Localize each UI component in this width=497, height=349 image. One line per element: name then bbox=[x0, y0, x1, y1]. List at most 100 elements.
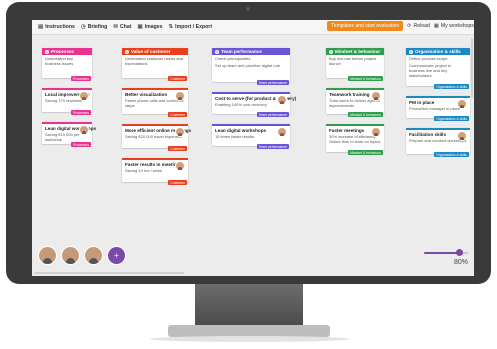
import-export-icon: ⇅ bbox=[168, 24, 174, 30]
monitor-stand-neck bbox=[195, 284, 303, 326]
board-card[interactable]: Better visualization Fewer phone calls an… bbox=[122, 88, 188, 117]
card-header: i Organisation & skills bbox=[406, 48, 470, 55]
board-card[interactable]: Lean digital workshops 15 times faster re… bbox=[212, 124, 290, 149]
zoom-level: 80% bbox=[453, 259, 468, 266]
book-icon: ▤ bbox=[38, 24, 44, 30]
toolbar: ▤ Instructions ◷ Briefing ✉ Chat ▣ Images ⇅ Impor… bbox=[32, 20, 474, 35]
card-tag[interactable]: Team performance bbox=[256, 80, 289, 85]
zoom-slider[interactable] bbox=[424, 249, 468, 256]
toolbar-label: Briefing bbox=[87, 24, 108, 30]
board-card[interactable]: More efficient online meetings Saving €20… bbox=[122, 124, 191, 151]
avatar bbox=[457, 99, 467, 109]
info-icon: i bbox=[409, 49, 413, 54]
image-icon: ▣ bbox=[137, 24, 143, 30]
card-header-label: Processes bbox=[51, 49, 74, 54]
reload-label: Reload bbox=[413, 23, 430, 29]
card-text: Understand key business issues bbox=[45, 56, 74, 66]
toolbar-label: Import / Export bbox=[175, 24, 213, 30]
info-icon: i bbox=[215, 49, 219, 54]
toolbar-clock-button[interactable]: ◷ Briefing bbox=[81, 24, 107, 30]
board-card[interactable]: i Mindset & behaviour Buy low-use before p… bbox=[326, 48, 384, 81]
avatar bbox=[457, 131, 467, 141]
card-text: Set up team and prioritize digital role bbox=[215, 63, 280, 68]
card-tag[interactable]: Customer bbox=[168, 76, 187, 81]
card-header: i Mindset & behaviour bbox=[326, 48, 384, 55]
card-text: Define process scope bbox=[409, 56, 448, 61]
vertical-scrollbar[interactable] bbox=[471, 38, 473, 98]
avatar bbox=[371, 91, 381, 101]
participant-avatars: + bbox=[38, 246, 126, 265]
toolbar-label: Images bbox=[144, 24, 163, 30]
board-card[interactable]: i Processes Understand key business issues… bbox=[42, 48, 92, 81]
board-card[interactable]: Cost to serve (for product & delivery) En… bbox=[212, 92, 296, 117]
info-icon: i bbox=[125, 49, 129, 54]
card-header: i Team performance bbox=[212, 48, 290, 55]
card-tag[interactable]: Organisation & skills bbox=[434, 116, 469, 121]
card-tag[interactable]: Mindset & behaviour bbox=[348, 76, 383, 81]
toolbar-right: Templates and start evaluation ⟳ Reload ▦ My… bbox=[327, 21, 474, 31]
avatar bbox=[79, 91, 89, 101]
card-tag[interactable]: Processes bbox=[71, 110, 91, 115]
board-card[interactable]: Facilitation skills Prepare and conduct w… bbox=[406, 128, 470, 157]
card-header: i Processes bbox=[42, 48, 92, 55]
card-tag[interactable]: Customer bbox=[168, 180, 187, 185]
app-screen: ▤ Instructions ◷ Briefing ✉ Chat ▣ Images ⇅ Impor… bbox=[32, 20, 474, 276]
card-header-label: Mindset & behaviour bbox=[335, 49, 381, 54]
card-tag[interactable]: Team performance bbox=[256, 144, 289, 149]
avatar[interactable] bbox=[38, 246, 57, 265]
avatar[interactable] bbox=[84, 246, 103, 265]
board-card[interactable]: Faster results in meetings Saving 10 hrs … bbox=[122, 158, 188, 185]
avatar bbox=[175, 91, 185, 101]
toolbar-label: Instructions bbox=[45, 24, 75, 30]
card-tag[interactable]: Team performance bbox=[256, 112, 289, 117]
avatar bbox=[277, 95, 287, 105]
card-tag[interactable]: Organisation & skills bbox=[434, 84, 469, 89]
my-workshops-label: My workshops bbox=[440, 23, 474, 29]
card-tag[interactable]: Customer bbox=[168, 146, 187, 151]
board-card[interactable]: i Value of customer Understand customer ne… bbox=[122, 48, 188, 81]
card-text: Communicate project to business line and… bbox=[409, 63, 452, 78]
board-card[interactable]: i Organisation & skills Define process sco… bbox=[406, 48, 470, 89]
reload-button[interactable]: ⟳ Reload bbox=[407, 23, 430, 29]
zoom-control: 80% bbox=[424, 249, 468, 266]
add-participant-icon[interactable]: + bbox=[107, 246, 126, 265]
info-icon: i bbox=[45, 49, 49, 54]
clock-icon: ◷ bbox=[80, 24, 86, 30]
monitor-frame: ▤ Instructions ◷ Briefing ✉ Chat ▣ Images ⇅ Impor… bbox=[6, 2, 491, 284]
card-text: Buy low-use before project launch bbox=[329, 56, 377, 66]
toolbar-book-button[interactable]: ▤ Instructions bbox=[38, 24, 75, 30]
card-tag[interactable]: Organisation & skills bbox=[434, 152, 469, 157]
horizontal-scrollbar[interactable] bbox=[34, 272, 184, 274]
camera-dot bbox=[246, 7, 250, 11]
board-card[interactable]: Faster meetings 30% increase of efficienc… bbox=[326, 124, 384, 155]
board-card[interactable]: PM in place Production manager in place Or… bbox=[406, 96, 470, 121]
avatar bbox=[79, 125, 89, 135]
card-tag[interactable]: Customer bbox=[168, 112, 187, 117]
board-card[interactable]: Lean digital workshops Saving €10,000 per… bbox=[42, 122, 96, 147]
toolbar-image-button[interactable]: ▣ Images bbox=[137, 24, 162, 30]
board-card[interactable]: Teamwork training Train users to deliver … bbox=[326, 88, 384, 117]
zoom-slider-handle[interactable] bbox=[455, 249, 463, 256]
card-tag[interactable]: Mindset & behaviour bbox=[348, 112, 383, 117]
card-header-label: Value of customer bbox=[131, 49, 171, 54]
zoom-slider-fill bbox=[424, 252, 460, 254]
toolbar-label: Chat bbox=[119, 24, 132, 30]
avatar[interactable] bbox=[61, 246, 80, 265]
card-header: i Value of customer bbox=[122, 48, 188, 55]
toolbar-import-export-button[interactable]: ⇅ Import / Export bbox=[169, 24, 213, 30]
avatar bbox=[175, 127, 185, 137]
card-tag[interactable]: Processes bbox=[71, 142, 91, 147]
info-icon: i bbox=[329, 49, 333, 54]
card-text: Understand customer needs and expectatio… bbox=[125, 56, 184, 66]
card-text: Check prerequisites bbox=[215, 56, 251, 61]
card-tag[interactable]: Processes bbox=[71, 76, 91, 81]
card-header-label: Team performance bbox=[221, 49, 262, 54]
card-tag[interactable]: Mindset & behaviour bbox=[348, 150, 383, 155]
start-evaluation-button[interactable]: Templates and start evaluation bbox=[327, 21, 404, 31]
avatar bbox=[371, 127, 381, 137]
my-workshops-button[interactable]: ▦ My workshops bbox=[434, 23, 474, 29]
board-card[interactable]: i Team performance Check prerequisites Set … bbox=[212, 48, 290, 85]
toolbar-chat-button[interactable]: ✉ Chat bbox=[113, 24, 131, 30]
avatar bbox=[175, 161, 185, 171]
board-card[interactable]: Local improvements Saving 170 hrs/week Pro… bbox=[42, 88, 92, 115]
